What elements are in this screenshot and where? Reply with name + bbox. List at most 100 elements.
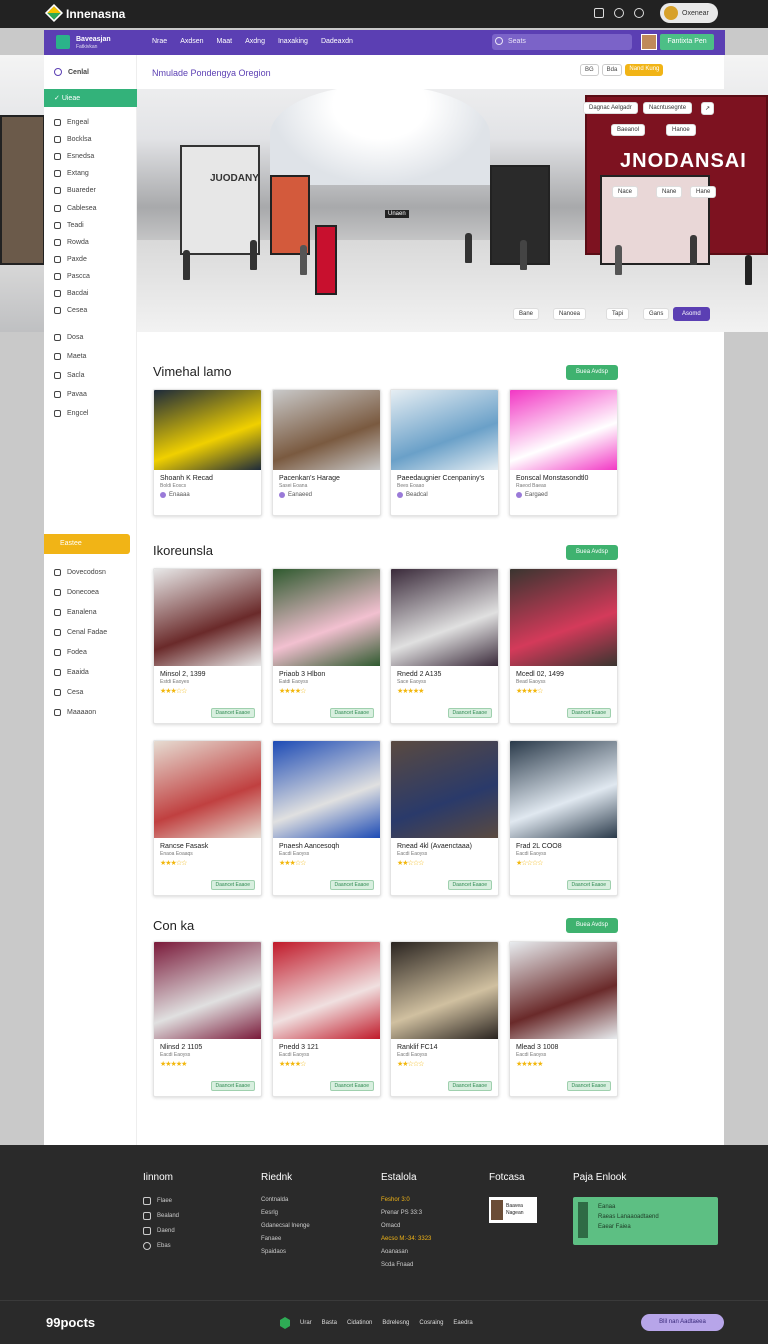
bottom-cta-button[interactable]: Blil nan Aadtaeea bbox=[641, 1314, 724, 1331]
bottom-link[interactable]: Basta bbox=[322, 1320, 337, 1326]
brand-name[interactable]: Innenasna bbox=[66, 7, 125, 21]
shop-card[interactable]: Minsol 2, 1399 Estdi Eaoyes ★★★☆☆ Daancet E… bbox=[153, 568, 262, 724]
shop-card[interactable]: Shoanh K Recad Boldi Eoscs Enaaaa bbox=[153, 389, 262, 516]
sidebar-item[interactable]: Dosa bbox=[54, 334, 83, 341]
bottom-link[interactable]: Eaedra bbox=[453, 1320, 472, 1326]
shop-card[interactable]: Pnaesh Aancesoqh Eacdi Eaoyss ★★★☆☆ Daancet… bbox=[272, 740, 381, 896]
section-more-button[interactable]: Buea Avdsp bbox=[566, 918, 618, 933]
sidebar-item[interactable]: Fodea bbox=[54, 649, 87, 656]
search-input[interactable]: Seats bbox=[492, 34, 632, 50]
hero-cta-button[interactable]: Asomd bbox=[673, 307, 710, 321]
shop-card[interactable]: Paeedaugnier Ccenpaniny's Bees Eoaao Beadc… bbox=[390, 389, 499, 516]
brand-logo-icon[interactable] bbox=[44, 3, 64, 23]
nav-link[interactable]: Maat bbox=[217, 38, 233, 45]
sidebar-item[interactable]: Dovecodosn bbox=[54, 569, 106, 576]
view-deal-button[interactable]: Daancet Eaaoe bbox=[329, 708, 374, 718]
sidebar-item[interactable]: Sacla bbox=[54, 372, 85, 379]
view-deal-button[interactable]: Daancet Eaaoe bbox=[210, 1081, 255, 1091]
sidebar-item[interactable]: Pascca bbox=[54, 272, 90, 280]
shop-card[interactable]: Nlinsd 2 1105 Eacdi Eaoyss ★★★★★ Daancet Ea… bbox=[153, 941, 262, 1097]
bell-icon[interactable] bbox=[614, 8, 624, 18]
sidebar-item[interactable]: Maaaaon bbox=[54, 709, 96, 716]
shop-card[interactable]: Rnedd 2 A135 Sace Eaoyss ★★★★★ Daancet Eaao… bbox=[390, 568, 499, 724]
section-more-button[interactable]: Buea Avdsp bbox=[566, 545, 618, 560]
sidebar-item[interactable]: Bacdai bbox=[54, 290, 88, 297]
sidebar-item[interactable]: Pavaa bbox=[54, 391, 87, 398]
bottom-link[interactable]: Cosraing bbox=[419, 1320, 443, 1326]
hero-tag[interactable]: Nane bbox=[656, 186, 683, 198]
footer-link[interactable]: Ebas bbox=[143, 1242, 179, 1250]
nav-link[interactable]: Axdng bbox=[245, 38, 265, 45]
grid-icon[interactable] bbox=[594, 8, 604, 18]
shop-card[interactable]: Rnead 4kl (Avaenctaaa) Eacdi Eaoyss ★★☆☆☆ D… bbox=[390, 740, 499, 896]
footer-link[interactable]: Contnalda bbox=[261, 1197, 310, 1203]
bottom-link[interactable]: Cidatinon bbox=[347, 1320, 372, 1326]
avatar[interactable] bbox=[641, 34, 657, 50]
sidebar-item[interactable]: Rowda bbox=[54, 238, 89, 246]
chip-bg[interactable]: BG bbox=[580, 64, 599, 76]
sidebar-item[interactable]: Engeal bbox=[54, 119, 89, 126]
sidebar-item[interactable]: Cesa bbox=[54, 689, 83, 696]
sidebar-item-active[interactable]: ✓ Uieae bbox=[44, 89, 137, 107]
sidebar-item[interactable]: Maeta bbox=[54, 353, 86, 360]
sidebar-action-button[interactable]: Eastee bbox=[44, 534, 130, 554]
hero-tag[interactable]: Baeanol bbox=[611, 124, 646, 136]
hero-filter[interactable]: Gans bbox=[643, 308, 670, 320]
shop-card[interactable]: Mcedl 02, 1499 Bead Eaoyss ★★★★☆ Daancet Ea… bbox=[509, 568, 618, 724]
hero-tag[interactable]: Hane bbox=[690, 186, 717, 198]
view-deal-button[interactable]: Daancet Eaaoe bbox=[566, 880, 611, 890]
footer-newsletter-card[interactable]: Eanaa Raeas Lanaaoadtaend Eaear Faiea bbox=[573, 1197, 718, 1245]
hero-tag[interactable]: Nace bbox=[612, 186, 639, 198]
sidebar-head[interactable]: Cenlal bbox=[54, 68, 89, 76]
sidebar-item[interactable]: Eaaida bbox=[54, 669, 89, 676]
hero-filter[interactable]: Nanoea bbox=[553, 308, 587, 320]
footer-link[interactable]: Gdanecsal Inenge bbox=[261, 1223, 310, 1229]
hero-tag[interactable]: Dagnac Aelgadr bbox=[583, 102, 638, 114]
shop-card[interactable]: Pnedd 3 121 Eacdi Eaoyss ★★★★☆ Daancet Eaao… bbox=[272, 941, 381, 1097]
shop-card[interactable]: Priaob 3 Hlbon Eatdi Eaoyss ★★★★☆ Daancet E… bbox=[272, 568, 381, 724]
sidebar-item[interactable]: Donecoea bbox=[54, 589, 99, 596]
footer-link[interactable]: Bealand bbox=[143, 1212, 179, 1220]
footer-profile-card[interactable]: Baavea Nagean bbox=[489, 1197, 537, 1223]
sidebar-item[interactable]: Teadi bbox=[54, 221, 84, 229]
nav-cta-button[interactable]: Fantixta Pen bbox=[660, 34, 714, 50]
footer-link[interactable]: Flaee bbox=[143, 1197, 179, 1205]
view-deal-button[interactable]: Daancet Eaaoe bbox=[329, 1081, 374, 1091]
user-menu[interactable]: Oxenear bbox=[660, 3, 718, 23]
view-deal-button[interactable]: Daancet Eaaoe bbox=[447, 1081, 492, 1091]
nav-link[interactable]: Axdsen bbox=[180, 38, 203, 45]
shop-card[interactable]: Ranklif FC14 Eacdi Eaoyss ★★☆☆☆ Daancet Eaa… bbox=[390, 941, 499, 1097]
view-deal-button[interactable]: Daancet Eaaoe bbox=[566, 1081, 611, 1091]
shop-card[interactable]: Pacenkan's Harage Sasei Eoana Eanaeed bbox=[272, 389, 381, 516]
location-go-button[interactable]: Nand Kung bbox=[625, 64, 664, 76]
section-more-button[interactable]: Buea Avdsp bbox=[566, 365, 618, 380]
sidebar-item[interactable]: Extang bbox=[54, 170, 89, 178]
shop-card[interactable]: Rancse Fasask Enaoa Eoaaqs ★★★☆☆ Daancet Ea… bbox=[153, 740, 262, 896]
hero-filter[interactable]: Tapi bbox=[606, 308, 630, 320]
shop-card[interactable]: Eonscal Monstasondtl0 Raeod Baeas Eargaed bbox=[509, 389, 618, 516]
sidebar-item[interactable]: Paxde bbox=[54, 255, 87, 263]
view-deal-button[interactable]: Daancet Eaaoe bbox=[210, 880, 255, 890]
bottom-link[interactable]: Bdrelesng bbox=[382, 1320, 409, 1326]
sidebar-item[interactable]: Buareder bbox=[54, 187, 96, 195]
hero-tag[interactable]: Nacntusegnte bbox=[643, 102, 693, 114]
view-deal-button[interactable]: Daancet Eaaoe bbox=[210, 708, 255, 718]
view-deal-button[interactable]: Daancet Eaaoe bbox=[447, 708, 492, 718]
nav-link[interactable]: Dadeaxdn bbox=[321, 38, 353, 45]
sidebar-item[interactable]: Engcel bbox=[54, 410, 88, 417]
settings-icon[interactable] bbox=[634, 8, 644, 18]
nav-link[interactable]: Inaxaking bbox=[278, 38, 308, 45]
sidebar-item[interactable]: Esnedsa bbox=[54, 153, 94, 161]
shop-card[interactable]: Mlead 3 1008 Eacdi Eaoyss ★★★★★ Daancet Eaa… bbox=[509, 941, 618, 1097]
sidebar-item[interactable]: Cesea bbox=[54, 307, 87, 315]
share-icon[interactable]: ↗ bbox=[701, 102, 715, 115]
shop-card[interactable]: Frad 2L COO8 Eacdi Eaoyss ★☆☆☆☆ Daancet Eaa… bbox=[509, 740, 618, 896]
sidebar-item[interactable]: Cablesea bbox=[54, 204, 97, 212]
footer-link[interactable]: Spaidaos bbox=[261, 1249, 310, 1255]
hero-tag[interactable]: Hanoe bbox=[666, 124, 696, 136]
view-deal-button[interactable]: Daancet Eaaoe bbox=[329, 880, 374, 890]
footer-link[interactable]: Daend bbox=[143, 1227, 179, 1235]
bottom-link[interactable]: Urar bbox=[300, 1320, 312, 1326]
sidebar-item[interactable]: Bocklsa bbox=[54, 136, 92, 144]
footer-link[interactable]: Fanaee bbox=[261, 1236, 310, 1242]
